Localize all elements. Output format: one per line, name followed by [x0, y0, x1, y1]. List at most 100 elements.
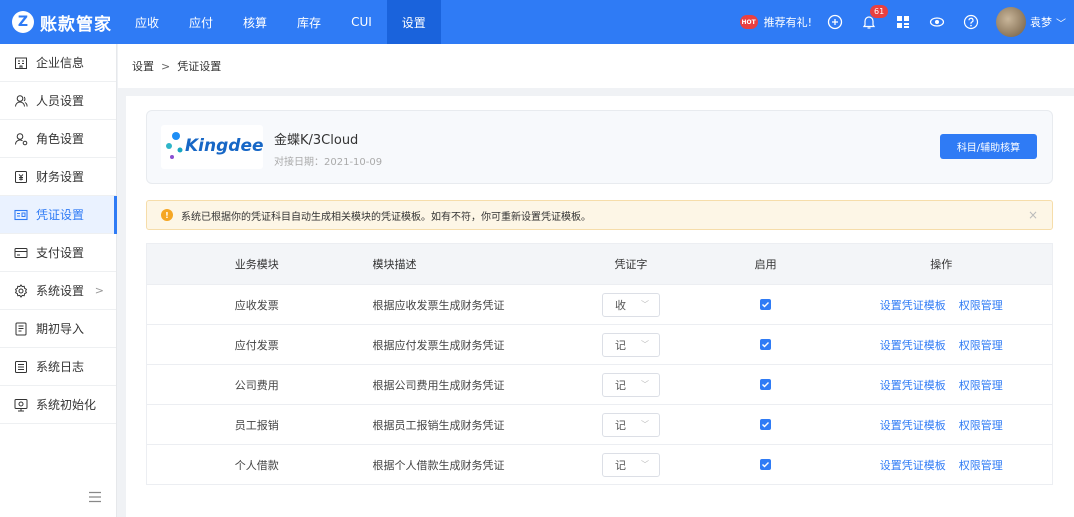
chevron-right-icon: > [94, 284, 104, 297]
enabled-checkbox[interactable] [760, 339, 772, 350]
table-header: 业务模块 模块描述 凭证字 启用 操作 [147, 244, 1052, 284]
account-assist-button[interactable]: 科目/辅助核算 [940, 134, 1037, 159]
log-icon [14, 360, 28, 374]
voucher-word-select[interactable]: 收 ﹀ [601, 292, 660, 317]
voucher-table: 业务模块 模块描述 凭证字 启用 操作 应收发票 根据应收发票生成财务凭证 收 ﹀… [146, 243, 1053, 485]
sidebar-item-label: 期初导入 [36, 322, 85, 336]
sidebar-item-finance[interactable]: 财务设置 [0, 158, 116, 196]
app-logo[interactable]: Z 账款管家 [12, 10, 112, 35]
breadcrumb-current: 凭证设置 [177, 60, 222, 73]
nav-receivable[interactable]: 应收 [120, 0, 174, 44]
sidebar-item-label: 财务设置 [36, 170, 85, 184]
user-icon [14, 94, 28, 108]
help-icon[interactable] [962, 13, 980, 31]
sidebar-item-voucher[interactable]: 凭证设置 [0, 196, 117, 234]
sidebar-item-label: 角色设置 [36, 132, 85, 146]
permission-link[interactable]: 权限管理 [959, 377, 1003, 393]
enabled-checkbox[interactable] [760, 299, 772, 310]
collapse-menu-icon[interactable] [88, 491, 102, 503]
sidebar-item-label: 企业信息 [36, 56, 85, 70]
header-actions: 操作 [930, 258, 953, 271]
import-icon [14, 322, 28, 336]
permission-link[interactable]: 权限管理 [959, 297, 1003, 313]
init-icon [14, 398, 28, 412]
close-icon[interactable]: × [1028, 208, 1038, 222]
sidebar-item-label: 系统初始化 [36, 398, 97, 412]
set-template-link[interactable]: 设置凭证模板 [880, 337, 946, 353]
sidebar-item-system-log[interactable]: 系统日志 [0, 348, 116, 386]
cell-module: 应收发票 [234, 298, 279, 312]
nav-inventory[interactable]: 库存 [282, 0, 336, 44]
main-nav: 应收 应付 核算 库存 CUI 设置 [120, 0, 441, 44]
permission-link[interactable]: 权限管理 [959, 457, 1003, 473]
chevron-down-icon[interactable]: ﹀ [1056, 15, 1066, 30]
bell-icon[interactable]: 61 [860, 5, 889, 31]
cell-module: 公司费用 [234, 378, 279, 392]
avatar[interactable] [996, 7, 1026, 37]
select-value: 收 [614, 298, 626, 312]
table-row: 公司费用 根据公司费用生成财务凭证 记 ﹀ 设置凭证模板 权限管理 [147, 364, 1052, 404]
promo-link[interactable]: 推荐有礼! [764, 14, 812, 30]
add-icon[interactable] [826, 13, 844, 31]
sidebar-item-payment[interactable]: 支付设置 [0, 234, 116, 272]
voucher-word-select[interactable]: 记 ﹀ [601, 412, 660, 437]
breadcrumb-settings[interactable]: 设置 [132, 58, 154, 74]
sidebar-item-system[interactable]: 系统设置 > [0, 272, 116, 310]
top-bar: Z 账款管家 应收 应付 核算 库存 CUI 设置 HOT 推荐有礼! 61 袁… [0, 0, 1074, 44]
cell-description: 根据个人借款生成财务凭证 [372, 458, 505, 472]
select-value: 记 [614, 418, 626, 432]
role-icon [14, 132, 28, 146]
set-template-link[interactable]: 设置凭证模板 [880, 417, 946, 433]
notification-badge: 61 [870, 5, 889, 18]
permission-link[interactable]: 权限管理 [959, 417, 1003, 433]
sidebar-item-roles[interactable]: 角色设置 [0, 120, 116, 158]
nav-payable[interactable]: 应付 [174, 0, 228, 44]
nav-accounting[interactable]: 核算 [228, 0, 282, 44]
sidebar-item-label: 系统日志 [36, 360, 85, 374]
kingdee-dots-icon [166, 132, 183, 159]
voucher-icon [14, 208, 28, 222]
sidebar-item-staff[interactable]: 人员设置 [0, 82, 116, 120]
kingdee-logo: Kingdee [161, 125, 264, 169]
chevron-down-icon: ﹀ [640, 380, 649, 389]
alert-text: 系统已根据你的凭证科目自动生成相关模块的凭证模板。如有不符，你可重新设置凭证模板… [181, 211, 591, 223]
cell-description: 根据应付发票生成财务凭证 [372, 338, 505, 352]
apps-grid-icon[interactable] [894, 13, 912, 31]
voucher-word-select[interactable]: 记 ﹀ [601, 452, 660, 477]
voucher-word-select[interactable]: 记 ﹀ [601, 332, 660, 357]
table-row: 应收发票 根据应收发票生成财务凭证 收 ﹀ 设置凭证模板 权限管理 [147, 284, 1052, 324]
sidebar-item-system-init[interactable]: 系统初始化 [0, 386, 116, 424]
voucher-word-select[interactable]: 记 ﹀ [601, 372, 660, 397]
nav-cui[interactable]: CUI [336, 0, 387, 44]
cell-module: 应付发票 [234, 338, 279, 352]
permission-link[interactable]: 权限管理 [959, 337, 1003, 353]
enabled-checkbox[interactable] [760, 419, 772, 430]
enabled-checkbox[interactable] [760, 379, 772, 390]
nav-settings[interactable]: 设置 [386, 0, 441, 44]
building-icon [14, 56, 28, 70]
select-value: 记 [614, 338, 626, 352]
info-alert: ! 系统已根据你的凭证科目自动生成相关模块的凭证模板。如有不符，你可重新设置凭证… [146, 200, 1053, 230]
select-value: 记 [614, 458, 626, 472]
eye-icon[interactable] [928, 13, 946, 31]
sidebar-item-company-info[interactable]: 企业信息 [0, 44, 116, 82]
sidebar-item-opening-import[interactable]: 期初导入 [0, 310, 116, 348]
breadcrumb: 设置 > 凭证设置 [118, 44, 1074, 88]
set-template-link[interactable]: 设置凭证模板 [880, 457, 946, 473]
sidebar-item-label: 支付设置 [36, 246, 85, 260]
cell-description: 根据应收发票生成财务凭证 [372, 298, 505, 312]
sidebar: 企业信息 人员设置 角色设置 财务设置 凭证设置 支付设置 系统设置 > 期初导… [0, 44, 117, 517]
set-template-link[interactable]: 设置凭证模板 [880, 377, 946, 393]
header-actions: HOT 推荐有礼! 61 袁梦 ﹀ [739, 0, 1074, 44]
enabled-checkbox[interactable] [760, 459, 772, 470]
select-value: 记 [614, 378, 626, 392]
sidebar-item-label: 人员设置 [36, 94, 85, 108]
chevron-down-icon: ﹀ [640, 340, 649, 349]
set-template-link[interactable]: 设置凭证模板 [880, 297, 946, 313]
breadcrumb-separator: > [161, 59, 171, 73]
chevron-down-icon: ﹀ [640, 460, 649, 469]
main-content: Kingdee 金蝶K/3Cloud 对接日期：2021-10-09 科目/辅助… [126, 96, 1074, 517]
username[interactable]: 袁梦 [1030, 14, 1052, 30]
settings-icon [14, 283, 28, 298]
table-row: 个人借款 根据个人借款生成财务凭证 记 ﹀ 设置凭证模板 权限管理 [147, 444, 1052, 484]
